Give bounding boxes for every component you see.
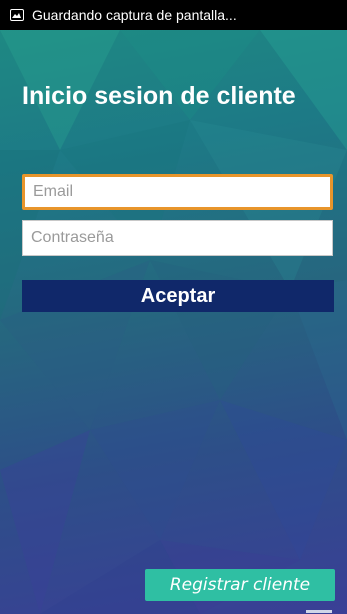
login-screen: Guardando captura de pantalla... Inicio …: [0, 0, 347, 614]
accept-button[interactable]: Aceptar: [22, 280, 334, 312]
password-field[interactable]: [22, 220, 333, 256]
register-client-button[interactable]: Registrar cliente: [145, 569, 335, 601]
status-bar: Guardando captura de pantalla...: [0, 0, 347, 30]
page-title: Inicio sesion de cliente: [22, 82, 296, 110]
status-text: Guardando captura de pantalla...: [32, 7, 237, 23]
email-field[interactable]: [22, 174, 333, 210]
scroll-indicator: [306, 610, 332, 613]
screenshot-icon: [10, 9, 24, 21]
